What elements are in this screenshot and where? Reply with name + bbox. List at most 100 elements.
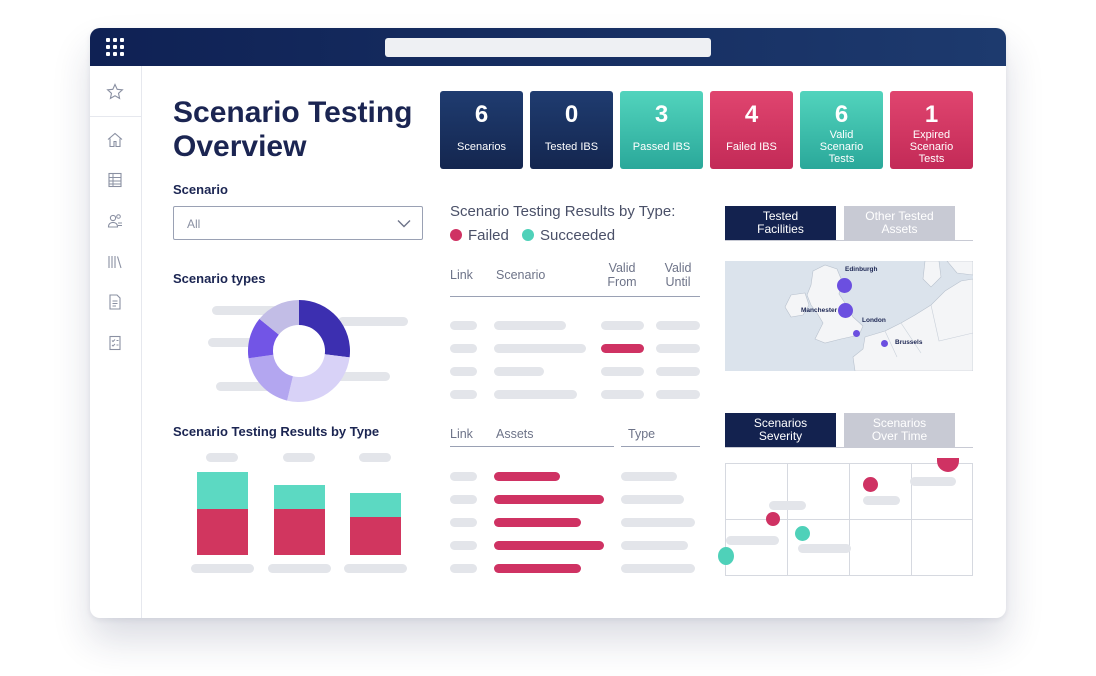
table2-cell[interactable] [450,564,477,573]
bar-failed[interactable] [274,509,325,555]
apps-grid-icon[interactable] [106,38,126,58]
grid-line [726,519,972,520]
bar-label-placeholder [283,453,315,462]
table2-cell [494,518,581,527]
scenario-types-donut [247,300,351,403]
table2-header-divider [621,446,700,447]
kpi-label: Scenarios [457,141,506,153]
table2-header-link[interactable]: Link [450,427,473,441]
table1-cell[interactable] [450,367,477,376]
kpi-scenarios[interactable]: 6 Scenarios [440,91,523,169]
top-bar [90,28,1006,66]
kpi-failed-ibs[interactable]: 4 Failed IBS [710,91,793,169]
table1-cell [494,321,566,330]
legend-succeeded-dot [522,229,534,241]
table1-cell[interactable] [450,321,477,330]
facilities-map[interactable]: Edinburgh Manchester London Brussels [725,261,973,371]
scenario-select[interactable]: All [173,206,423,240]
table1-cell [494,344,586,353]
table1-cell [656,321,700,330]
table2-cell [494,564,581,573]
map-marker-brussels[interactable] [881,340,888,347]
severity-point[interactable] [766,512,780,526]
table2-header-divider [450,446,614,447]
kpi-label: Tested IBS [544,141,599,153]
donut-slice[interactable] [299,300,351,358]
table1-header-valid-until[interactable]: Valid Until [658,261,698,289]
severity-tabs-underline [725,447,973,448]
table1-cell [494,367,544,376]
table2-cell [621,495,684,504]
severity-point[interactable] [937,458,959,472]
chevron-down-icon [397,220,411,228]
kpi-valid-scenario-tests[interactable]: 6 Valid Scenario Tests [800,91,883,169]
legend-failed-dot [450,229,462,241]
tab-other-tested-assets[interactable]: Other Tested Assets [844,206,955,240]
map-label-london: London [862,317,886,324]
donut-slice[interactable] [287,354,350,403]
table2-cell [621,472,677,481]
tab-label: Tested Facilities [757,209,804,236]
table1-header-link[interactable]: Link [450,268,473,282]
table1-cell[interactable] [450,390,477,399]
document-icon[interactable] [106,293,124,311]
table-icon[interactable] [106,171,124,189]
bar-label-placeholder [359,453,391,462]
scenario-select-value: All [187,217,201,231]
bar-failed[interactable] [350,517,401,555]
table1-header-valid-from[interactable]: Valid From [602,261,642,289]
checklist-icon[interactable] [106,334,124,352]
tab-tested-facilities[interactable]: Tested Facilities [725,206,836,240]
table2-cell[interactable] [450,472,477,481]
app-window: Scenario Testing Overview 6 Scenarios 0 … [90,28,1006,618]
page-title-line-2: Overview [173,130,307,163]
results-panel-title: Scenario Testing Results by Type: [450,203,676,220]
tab-scenarios-severity[interactable]: Scenarios Severity [725,413,836,447]
legend-failed-label: Failed [468,227,509,244]
table2-header-type[interactable]: Type [628,427,655,441]
kpi-value: 6 [474,101,489,128]
bar-succeeded[interactable] [350,493,401,517]
bar-succeeded[interactable] [197,472,248,509]
kpi-value: 1 [924,101,939,128]
kpi-label: Expired Scenario Tests [909,129,954,165]
library-icon[interactable] [106,253,124,271]
kpi-passed-ibs[interactable]: 3 Passed IBS [620,91,703,169]
kpi-value: 0 [564,101,579,128]
table1-header-scenario[interactable]: Scenario [496,268,545,282]
bar-succeeded[interactable] [274,485,325,509]
kpi-tested-ibs[interactable]: 0 Tested IBS [530,91,613,169]
kpi-value: 3 [654,101,669,128]
table2-cell[interactable] [450,541,477,550]
donut-slice[interactable] [248,354,293,401]
severity-point[interactable] [795,526,810,541]
page-title-line-1: Scenario Testing [173,96,413,129]
users-icon[interactable] [106,212,124,230]
tab-scenarios-over-time[interactable]: Scenarios Over Time [844,413,955,447]
severity-point[interactable] [718,547,734,565]
scenario-types-title: Scenario types [173,271,266,286]
map-marker-manchester[interactable] [838,303,853,318]
table2-header-assets[interactable]: Assets [496,427,534,441]
table2-cell [494,541,604,550]
kpi-expired-scenario-tests[interactable]: 1 Expired Scenario Tests [890,91,973,169]
kpi-label: Valid Scenario Tests [819,129,864,165]
bar-failed[interactable] [197,509,248,555]
table1-cell[interactable] [450,344,477,353]
table1-cell [601,344,644,353]
star-icon[interactable] [106,83,124,101]
map-label-brussels: Brussels [895,339,923,346]
severity-point[interactable] [863,477,878,492]
home-icon[interactable] [106,131,124,149]
table1-cell [601,321,644,330]
kpi-label: Passed IBS [632,141,691,153]
map-marker-london[interactable] [853,330,860,337]
map-label-manchester: Manchester [801,307,838,314]
table2-cell[interactable] [450,518,477,527]
address-bar[interactable] [385,38,711,57]
table2-cell[interactable] [450,495,477,504]
table1-cell [601,390,644,399]
point-label-placeholder [910,477,956,486]
map-tabs-underline [725,240,973,241]
map-marker-edinburgh[interactable] [837,278,852,293]
